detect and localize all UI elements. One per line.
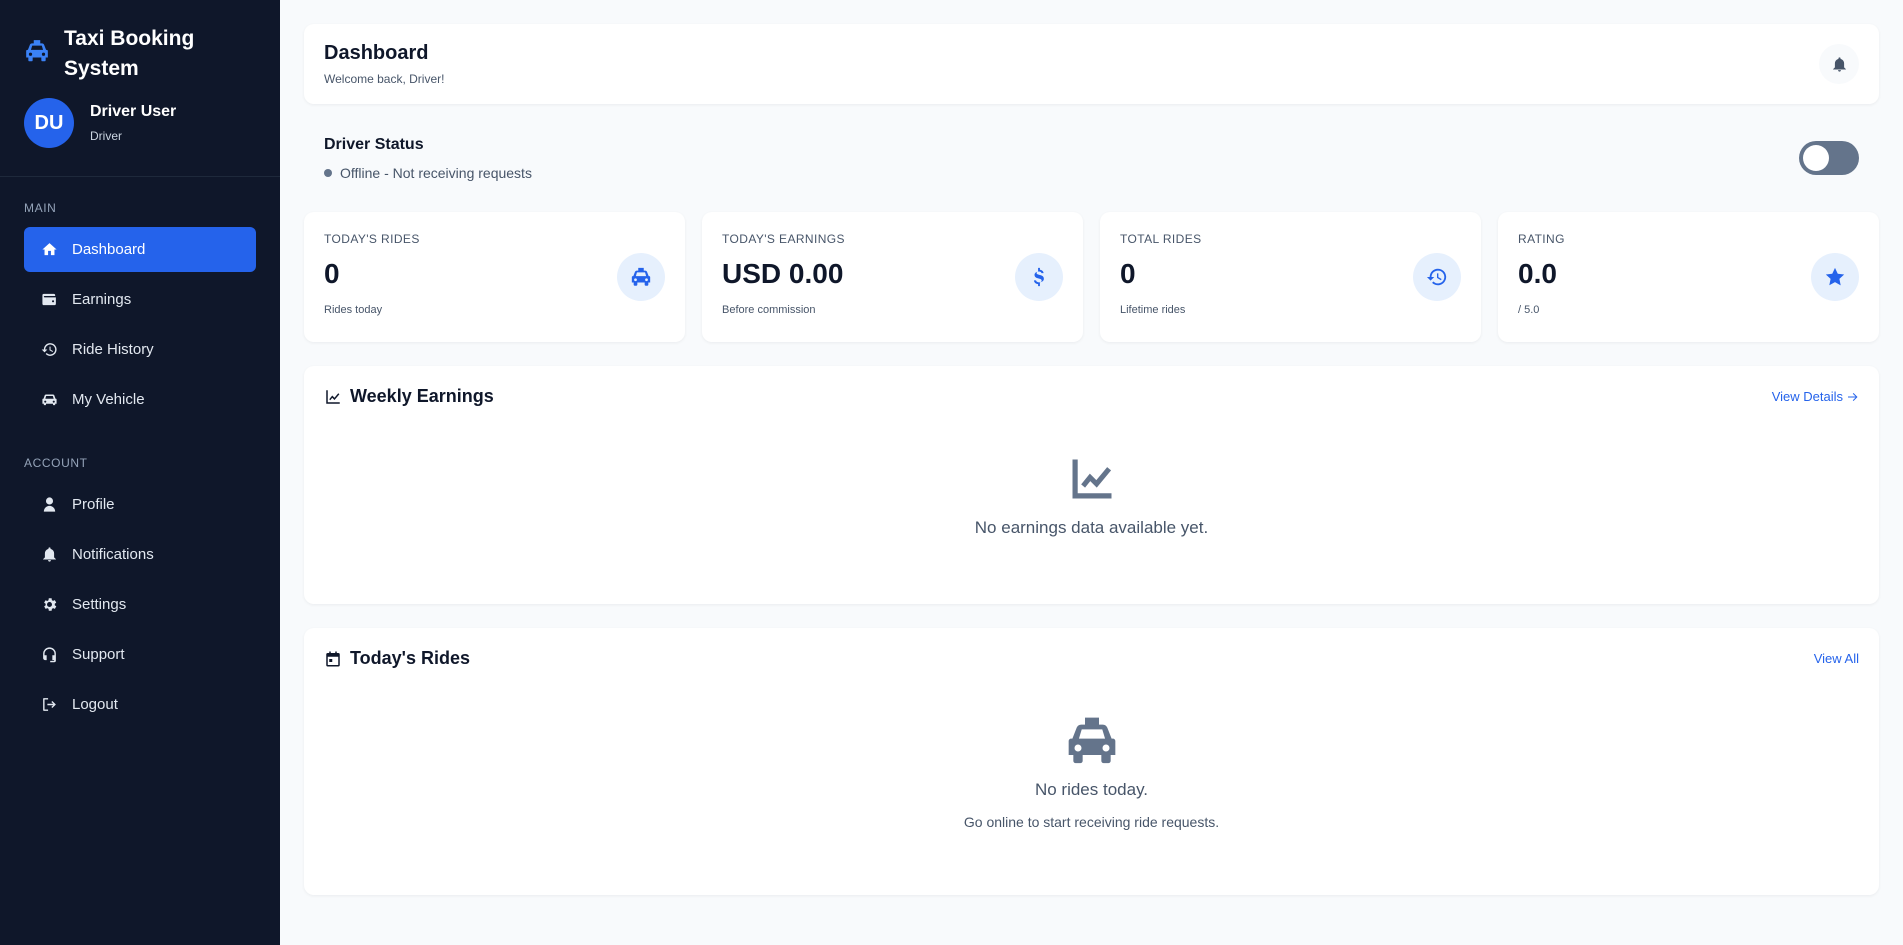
rides-empty-text: No rides today. bbox=[1034, 780, 1149, 799]
sidebar-item-dashboard[interactable]: Dashboard bbox=[24, 227, 256, 272]
sidebar-item-support[interactable]: Support bbox=[24, 632, 256, 677]
sidebar-item-label: Notifications bbox=[72, 546, 154, 563]
sidebar-item-label: Support bbox=[72, 646, 125, 663]
arrow-right-icon bbox=[1843, 391, 1859, 403]
page-subtitle: Welcome back, Driver! bbox=[324, 72, 445, 86]
stat-label: TODAY'S EARNINGS bbox=[722, 232, 845, 246]
stat-label: TOTAL RIDES bbox=[1120, 232, 1202, 246]
car-icon bbox=[40, 391, 58, 409]
taxi-icon bbox=[1064, 713, 1120, 774]
sidebar-item-label: Logout bbox=[72, 696, 118, 713]
stat-card-total-rides: TOTAL RIDES 0 Lifetime rides bbox=[1100, 212, 1481, 342]
driver-status-title: Driver Status bbox=[324, 135, 424, 153]
section-label-main: MAIN bbox=[24, 201, 57, 215]
sidebar-item-notifications[interactable]: Notifications bbox=[24, 532, 256, 577]
online-toggle[interactable] bbox=[1799, 141, 1859, 175]
stat-card-todays-earnings: TODAY'S EARNINGS USD 0.00 Before commiss… bbox=[702, 212, 1083, 342]
chart-line-icon bbox=[324, 388, 350, 406]
bell-icon bbox=[40, 546, 58, 564]
sidebar-item-my-vehicle[interactable]: My Vehicle bbox=[24, 377, 256, 422]
history-icon bbox=[1413, 253, 1461, 301]
weekly-earnings-panel: Weekly Earnings View Details No earnings… bbox=[304, 366, 1879, 604]
status-dot bbox=[324, 168, 332, 177]
driver-status-text: Offline - Not receiving requests bbox=[340, 164, 532, 181]
stat-card-rating: RATING 0.0 / 5.0 bbox=[1498, 212, 1879, 342]
user-name: Driver User bbox=[90, 103, 177, 120]
sidebar-item-label: Earnings bbox=[72, 291, 132, 308]
app-title: Taxi Booking System bbox=[64, 27, 195, 80]
gear-icon bbox=[40, 596, 58, 614]
sidebar: Taxi Booking System DU Driver User Drive… bbox=[0, 0, 280, 945]
panel-title: Today's Rides bbox=[324, 648, 470, 669]
stat-value: 0 bbox=[1120, 258, 1136, 289]
stat-sub: Rides today bbox=[324, 304, 383, 316]
star-icon bbox=[1811, 253, 1859, 301]
stat-sub: Lifetime rides bbox=[1120, 304, 1186, 316]
calendar-icon bbox=[324, 650, 350, 668]
rides-empty-state: No rides today. Go online to start recei… bbox=[324, 713, 1859, 830]
stat-value: 0.0 bbox=[1518, 258, 1557, 289]
sidebar-item-profile[interactable]: Profile bbox=[24, 482, 256, 527]
user-role: Driver bbox=[90, 129, 122, 143]
panel-title: Weekly Earnings bbox=[324, 386, 494, 407]
brand: Taxi Booking System bbox=[0, 0, 280, 84]
sidebar-item-label: Ride History bbox=[72, 341, 154, 358]
weekly-empty-text: No earnings data available yet. bbox=[974, 518, 1209, 537]
toggle-knob bbox=[1803, 145, 1829, 171]
sidebar-item-logout[interactable]: Logout bbox=[24, 682, 256, 727]
stat-label: TODAY'S RIDES bbox=[324, 232, 420, 246]
sidebar-item-earnings[interactable]: Earnings bbox=[24, 277, 256, 322]
view-details-label: View Details bbox=[1771, 389, 1843, 404]
home-icon bbox=[40, 241, 58, 259]
view-details-link[interactable]: View Details bbox=[1772, 389, 1859, 404]
rides-empty-subtext: Go online to start receiving ride reques… bbox=[963, 814, 1220, 830]
stat-label: RATING bbox=[1518, 232, 1565, 246]
sidebar-item-label: My Vehicle bbox=[72, 391, 145, 408]
page-title: Dashboard bbox=[324, 42, 429, 64]
logout-icon bbox=[40, 696, 58, 714]
weekly-empty-state: No earnings data available yet. bbox=[324, 453, 1859, 538]
taxi-icon bbox=[617, 253, 665, 301]
stat-sub: / 5.0 bbox=[1518, 304, 1540, 316]
sidebar-item-label: Dashboard bbox=[72, 241, 146, 258]
stat-card-todays-rides: TODAY'S RIDES 0 Rides today bbox=[304, 212, 685, 342]
user-card: DU Driver User Driver bbox=[0, 84, 280, 177]
chart-line-icon bbox=[1066, 453, 1118, 510]
driver-status-section: Driver Status Offline - Not receiving re… bbox=[304, 104, 1879, 212]
section-label-account: ACCOUNT bbox=[24, 456, 88, 470]
weekly-earnings-title: Weekly Earnings bbox=[350, 386, 494, 406]
sidebar-item-ride-history[interactable]: Ride History bbox=[24, 327, 256, 372]
todays-rides-title: Today's Rides bbox=[350, 648, 470, 668]
sidebar-item-label: Profile bbox=[72, 496, 115, 513]
history-icon bbox=[40, 341, 58, 359]
stats-row: TODAY'S RIDES 0 Rides today TODAY'S EARN… bbox=[304, 212, 1879, 342]
driver-status-line: Offline - Not receiving requests bbox=[324, 165, 532, 181]
taxi-icon bbox=[24, 38, 50, 64]
main-content: Dashboard Welcome back, Driver! Driver S… bbox=[280, 0, 1903, 945]
stat-value: USD 0.00 bbox=[722, 258, 844, 289]
headset-icon bbox=[40, 646, 58, 664]
stat-value: 0 bbox=[324, 258, 340, 289]
notifications-button[interactable] bbox=[1819, 44, 1859, 84]
avatar: DU bbox=[24, 98, 74, 148]
dollar-icon bbox=[1015, 253, 1063, 301]
sidebar-item-label: Settings bbox=[72, 596, 127, 613]
app-root: Taxi Booking System DU Driver User Drive… bbox=[0, 0, 1903, 945]
wallet-icon bbox=[40, 291, 58, 309]
bell-icon bbox=[1831, 56, 1848, 73]
sidebar-item-settings[interactable]: Settings bbox=[24, 582, 256, 627]
todays-rides-panel: Today's Rides View All No rides today. G… bbox=[304, 628, 1879, 895]
stat-sub: Before commission bbox=[722, 304, 816, 316]
page-header: Dashboard Welcome back, Driver! bbox=[304, 24, 1879, 104]
view-all-link[interactable]: View All bbox=[1814, 651, 1859, 666]
user-icon bbox=[40, 496, 58, 514]
